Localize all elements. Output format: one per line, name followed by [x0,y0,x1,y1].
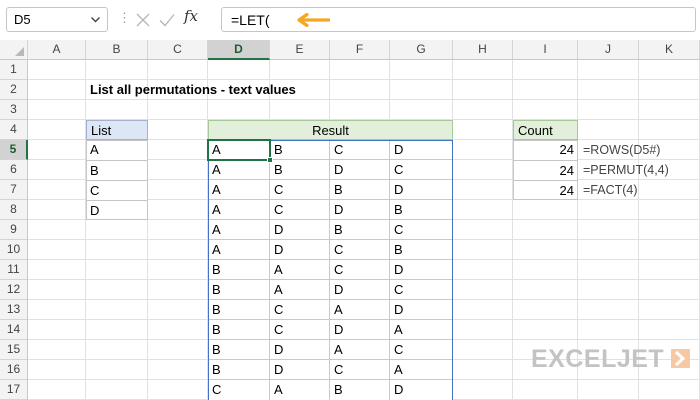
name-box-value: D5 [14,12,31,27]
column-header-f[interactable]: F [330,40,390,60]
column-header-d[interactable]: D [208,40,270,60]
row-header-14[interactable]: 14 [0,320,28,340]
row-header-6[interactable]: 6 [0,160,28,180]
sheet-title[interactable]: List all permutations - text values [86,80,296,100]
row-header-10[interactable]: 10 [0,240,28,260]
column-header-j[interactable]: J [578,40,639,60]
cancel-icon[interactable] [134,11,152,29]
row-header-13[interactable]: 13 [0,300,28,320]
count-header[interactable]: Count [513,120,578,140]
gridline [512,60,513,400]
formula-note[interactable]: =ROWS(D5#) [579,140,660,160]
list-item[interactable]: B [86,160,148,180]
row-header-16[interactable]: 16 [0,360,28,380]
count-value[interactable]: 24 [513,140,578,160]
row-header-2[interactable]: 2 [0,80,28,100]
formula-text: =LET( [231,12,270,28]
column-header-b[interactable]: B [86,40,148,60]
row-header-8[interactable]: 8 [0,200,28,220]
row-header-1[interactable]: 1 [0,60,28,80]
active-cell-selection[interactable] [207,139,271,161]
name-box[interactable]: D5 [6,7,108,32]
column-header-k[interactable]: K [639,40,700,60]
row-header-9[interactable]: 9 [0,220,28,240]
count-value[interactable]: 24 [513,160,578,180]
list-item[interactable]: A [86,140,148,160]
result-header[interactable]: Result [208,120,453,140]
count-value[interactable]: 24 [513,180,578,200]
row-header-17[interactable]: 17 [0,380,28,400]
formula-bar: D5 ⋮ fx =LET( [0,0,700,40]
vertical-ellipsis-icon[interactable]: ⋮ [118,10,131,26]
column-header-i[interactable]: I [513,40,578,60]
logo-mark-icon [671,349,690,368]
row-header-3[interactable]: 3 [0,100,28,120]
row-header-5[interactable]: 5 [0,140,28,160]
row-header-7[interactable]: 7 [0,180,28,200]
chevron-down-icon[interactable] [90,14,101,25]
insert-function-icon[interactable]: fx [184,7,198,25]
row-header-15[interactable]: 15 [0,340,28,360]
gridline [147,60,148,400]
row-header-4[interactable]: 4 [0,120,28,140]
column-header-g[interactable]: G [390,40,453,60]
arrow-left-icon [297,13,330,27]
column-header-c[interactable]: C [148,40,208,60]
select-all-icon [15,47,24,56]
formula-note[interactable]: =PERMUT(4,4) [579,160,669,180]
row-header-12[interactable]: 12 [0,280,28,300]
column-header-h[interactable]: H [453,40,513,60]
list-header[interactable]: List [86,120,148,140]
spill-range-border [208,140,453,400]
fill-handle[interactable] [267,157,273,163]
enter-check-icon[interactable] [158,11,176,29]
row-header-11[interactable]: 11 [0,260,28,280]
column-header-e[interactable]: E [270,40,330,60]
formula-input[interactable]: =LET( [221,7,696,32]
gridline [85,60,86,400]
list-item[interactable]: C [86,180,148,200]
select-all-button[interactable] [0,40,28,60]
list-item[interactable]: D [86,200,148,220]
formula-note[interactable]: =FACT(4) [579,180,638,200]
logo-text: EXCELJET [531,345,665,373]
column-header-a[interactable]: A [28,40,86,60]
